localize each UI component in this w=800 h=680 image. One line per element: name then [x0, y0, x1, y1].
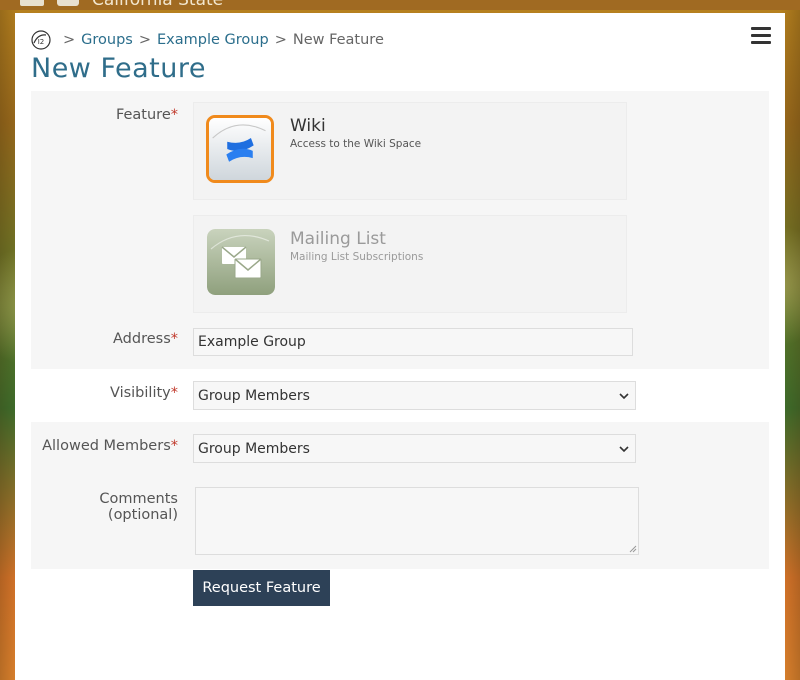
breadcrumb-separator: >	[138, 32, 152, 48]
chevron-down-icon	[619, 445, 629, 452]
visibility-select[interactable]: Group Members	[193, 381, 636, 410]
address-row: Address* Example Group	[31, 316, 769, 369]
wiki-icon	[206, 115, 274, 183]
main-panel: I2 > Groups > Example Group > New Featur…	[15, 13, 785, 680]
site-header: California State	[0, 0, 800, 10]
breadcrumb-separator: >	[274, 32, 287, 48]
svg-text:I2: I2	[38, 38, 45, 46]
breadcrumb-groups-link[interactable]: Groups	[81, 32, 133, 48]
comments-label: Comments (optional)	[99, 491, 178, 523]
breadcrumb: I2 > Groups > Example Group > New Featur…	[31, 29, 384, 51]
feature-option-description: Access to the Wiki Space	[290, 138, 422, 150]
chevron-down-icon	[619, 392, 629, 399]
hamburger-menu-icon[interactable]	[751, 27, 771, 45]
request-feature-button[interactable]: Request Feature	[193, 570, 330, 606]
app-icon[interactable]	[57, 0, 79, 6]
feature-option-mailing-list[interactable]: Mailing List Mailing List Subscriptions	[193, 215, 627, 313]
comments-row: Comments (optional)	[31, 475, 769, 569]
visibility-label: Visibility*	[109, 385, 178, 401]
breadcrumb-current: New Feature	[292, 32, 384, 48]
breadcrumb-separator: >	[63, 32, 76, 48]
feature-option-name: Mailing List	[290, 229, 386, 249]
comments-textarea[interactable]	[195, 487, 639, 555]
feature-option-wiki[interactable]: Wiki Access to the Wiki Space	[193, 102, 627, 200]
home-logo-icon[interactable]: I2	[31, 30, 51, 50]
breadcrumb-example-group-link[interactable]: Example Group	[157, 32, 269, 48]
allowed-members-select[interactable]: Group Members	[193, 434, 636, 463]
allowed-members-label: Allowed Members*	[42, 438, 178, 454]
visibility-row: Visibility* Group Members	[31, 369, 769, 422]
feature-row: Feature* Wiki Access to the Wiki Space M…	[31, 91, 769, 316]
address-input[interactable]: Example Group	[193, 328, 633, 356]
address-label: Address*	[113, 331, 178, 347]
feature-label: Feature*	[115, 107, 178, 123]
allowed-members-row: Allowed Members* Group Members	[31, 422, 769, 475]
feature-option-description: Mailing List Subscriptions	[290, 251, 424, 263]
resize-grip-icon[interactable]	[629, 545, 637, 553]
site-logo-icon[interactable]	[20, 0, 44, 6]
page-title: New Feature	[31, 53, 207, 84]
site-title[interactable]: California State	[92, 0, 223, 10]
feature-option-name: Wiki	[290, 116, 326, 136]
mailing-list-icon	[207, 229, 275, 295]
